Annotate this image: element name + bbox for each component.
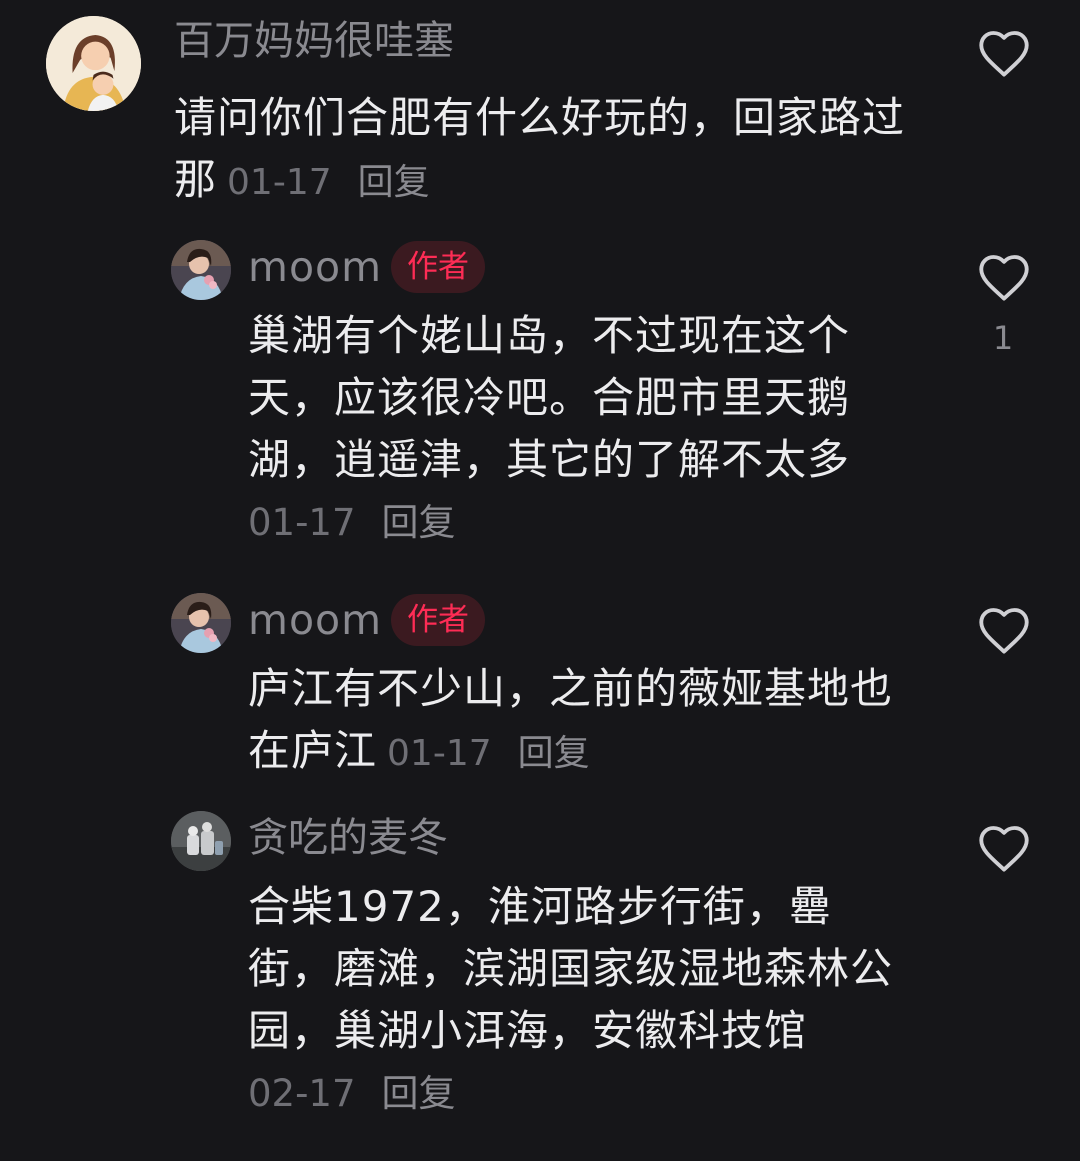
heart-outline-icon	[979, 31, 1029, 77]
comment-meta: 01-17 回复	[227, 162, 430, 203]
comment-username[interactable]: moom	[248, 594, 382, 646]
comment-meta: 01-17 回复	[387, 733, 590, 774]
avatar-photo-icon	[171, 240, 231, 300]
heart-outline-icon	[979, 608, 1029, 654]
like-count: 1	[992, 319, 1014, 357]
comment-meta: 01-17 回复	[248, 492, 456, 554]
comment-meta: 02-17 回复	[248, 1063, 456, 1125]
comment-date: 01-17	[387, 733, 492, 774]
heart-outline-icon	[979, 826, 1029, 872]
avatar-cartoon-icon	[46, 16, 141, 111]
comment-date: 01-17	[227, 162, 332, 203]
author-badge: 作者	[391, 241, 485, 293]
comment-date: 02-17	[248, 1072, 356, 1115]
like-button[interactable]	[976, 28, 1032, 78]
reply-button[interactable]: 回复	[518, 733, 590, 774]
like-button[interactable]	[976, 605, 1032, 655]
avatar[interactable]	[171, 240, 231, 300]
avatar-photo-icon	[171, 593, 231, 653]
like-button[interactable]	[976, 252, 1032, 302]
comment-date: 01-17	[248, 501, 356, 544]
heart-outline-icon	[979, 255, 1029, 301]
comment-username[interactable]: 贪吃的麦冬	[248, 812, 448, 864]
avatar[interactable]	[171, 593, 231, 653]
reply-button[interactable]: 回复	[358, 162, 430, 203]
comment-text: 合柴1972，淮河路步行街，罍街，磨滩，滨湖国家级湿地森林公园，巢湖小洱海，安徽…	[248, 882, 894, 1055]
avatar-photo-icon	[171, 811, 231, 871]
author-badge: 作者	[391, 594, 485, 646]
comment-text: 巢湖有个姥山岛，不过现在这个天，应该很冷吧。合肥市里天鹅湖，逍遥津，其它的了解不…	[248, 311, 851, 484]
reply-button[interactable]: 回复	[382, 1072, 456, 1115]
comment-text: 庐江有不少山，之前的薇娅基地也在庐江 01-17 回复	[248, 658, 908, 785]
comment-text: 请问你们合肥有什么好玩的，回家路过那 01-17 回复	[174, 87, 934, 214]
like-button[interactable]	[976, 823, 1032, 873]
reply-button[interactable]: 回复	[382, 501, 456, 544]
comment-username[interactable]: moom	[248, 241, 382, 293]
avatar[interactable]	[46, 16, 141, 111]
avatar[interactable]	[171, 811, 231, 871]
comment-username[interactable]: 百万妈妈很哇塞	[174, 15, 454, 67]
